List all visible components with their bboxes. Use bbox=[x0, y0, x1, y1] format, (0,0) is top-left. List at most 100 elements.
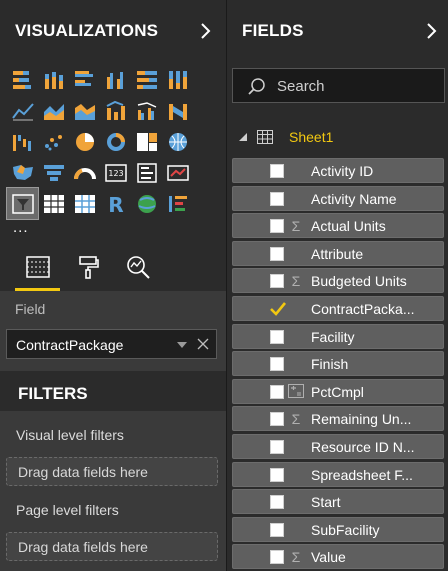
multi-row-card-icon[interactable] bbox=[131, 157, 162, 188]
visualizations-title: VISUALIZATIONS bbox=[15, 21, 159, 40]
field-name: Activity Name bbox=[311, 190, 397, 207]
pie-chart-icon[interactable] bbox=[69, 126, 100, 157]
field-row[interactable]: Σ Actual Units bbox=[232, 213, 444, 239]
field-name: PctCmpl bbox=[311, 383, 364, 400]
collapse-fields-chevron-icon[interactable] bbox=[422, 18, 442, 44]
visualization-gallery: 123 R bbox=[6, 64, 219, 220]
remove-field-close-icon[interactable] bbox=[197, 338, 209, 350]
ribbon-chart-icon[interactable] bbox=[162, 95, 193, 126]
field-checkbox[interactable] bbox=[270, 412, 284, 427]
field-row[interactable]: ContractPacka... bbox=[232, 295, 444, 321]
format-paint-roller-icon bbox=[79, 256, 99, 279]
arcgis-map-icon[interactable] bbox=[131, 188, 162, 219]
field-checkbox[interactable] bbox=[270, 439, 284, 454]
fields-search-input[interactable]: Search bbox=[232, 68, 445, 103]
sigma-icon: Σ bbox=[291, 273, 301, 290]
field-name: Facility bbox=[311, 328, 355, 345]
donut-chart-icon[interactable] bbox=[100, 126, 131, 157]
format-tab[interactable] bbox=[72, 251, 104, 283]
field-well-label: Field bbox=[15, 301, 46, 317]
area-chart-icon[interactable] bbox=[38, 95, 69, 126]
field-row[interactable]: Σ Remaining Un... bbox=[232, 406, 444, 432]
field-well-value[interactable]: ContractPackage bbox=[6, 329, 217, 359]
visual-level-drop-zone[interactable]: Drag data fields here bbox=[6, 457, 218, 486]
filled-map-icon[interactable] bbox=[7, 157, 38, 188]
chevron-down-icon[interactable] bbox=[177, 341, 187, 349]
table-name: Sheet1 bbox=[289, 129, 334, 145]
more-visuals-button[interactable]: ... bbox=[13, 219, 29, 236]
search-icon bbox=[248, 78, 265, 95]
field-checkbox[interactable] bbox=[270, 522, 284, 537]
kpi-icon[interactable] bbox=[162, 157, 193, 188]
matrix-icon[interactable] bbox=[69, 188, 100, 219]
stacked-column-chart-icon[interactable] bbox=[38, 64, 69, 95]
field-row[interactable]: Facility bbox=[232, 323, 444, 349]
field-name: SubFacility bbox=[311, 521, 380, 538]
field-checkbox[interactable] bbox=[270, 357, 284, 372]
field-row[interactable]: Σ Value bbox=[232, 544, 444, 570]
stacked-bar-chart-icon[interactable] bbox=[7, 64, 38, 95]
filters-title: FILTERS bbox=[18, 384, 88, 403]
slicer-icon[interactable] bbox=[6, 187, 39, 220]
field-row[interactable]: Resource ID N... bbox=[232, 433, 444, 459]
fields-header: FIELDS bbox=[227, 0, 448, 62]
scatter-chart-icon[interactable] bbox=[38, 126, 69, 157]
clustered-bar-chart-icon[interactable] bbox=[69, 64, 100, 95]
table-icon[interactable] bbox=[38, 188, 69, 219]
visualization-tabs bbox=[0, 243, 226, 291]
field-row[interactable]: PctCmpl bbox=[232, 378, 444, 404]
line-and-clustered-column-chart-icon[interactable] bbox=[131, 95, 162, 126]
field-well-area: Field ContractPackage bbox=[0, 291, 226, 371]
field-row[interactable]: Activity ID bbox=[232, 158, 444, 183]
field-row[interactable]: Start bbox=[232, 489, 444, 515]
table-node-sheet1[interactable]: Sheet1 bbox=[235, 126, 445, 148]
field-name: Budgeted Units bbox=[311, 273, 407, 290]
field-row[interactable]: Activity Name bbox=[232, 185, 444, 211]
collapse-visualizations-chevron-icon[interactable] bbox=[196, 18, 216, 44]
field-checkbox[interactable] bbox=[270, 191, 284, 206]
custom-visual-icon[interactable] bbox=[162, 188, 193, 219]
field-checkbox[interactable] bbox=[270, 384, 284, 399]
field-checkbox[interactable] bbox=[270, 164, 284, 178]
field-checkbox[interactable] bbox=[270, 246, 284, 261]
map-icon[interactable] bbox=[162, 126, 193, 157]
r-script-visual-icon[interactable]: R bbox=[100, 188, 131, 219]
field-row[interactable]: Σ Budgeted Units bbox=[232, 268, 444, 294]
treemap-icon[interactable] bbox=[131, 126, 162, 157]
field-checkbox[interactable] bbox=[270, 219, 284, 234]
100-stacked-bar-chart-icon[interactable] bbox=[131, 64, 162, 95]
line-chart-icon[interactable] bbox=[7, 95, 38, 126]
checked-checkbox[interactable] bbox=[270, 302, 287, 316]
field-row[interactable]: Spreadsheet F... bbox=[232, 461, 444, 487]
filters-body: Visual level filters Drag data fields he… bbox=[0, 411, 226, 571]
page-level-filters-label: Page level filters bbox=[16, 502, 119, 518]
clustered-column-chart-icon[interactable] bbox=[100, 64, 131, 95]
field-checkbox[interactable] bbox=[270, 495, 284, 510]
stacked-area-chart-icon[interactable] bbox=[69, 95, 100, 126]
field-row[interactable]: Finish bbox=[232, 351, 444, 377]
funnel-icon[interactable] bbox=[38, 157, 69, 188]
field-row[interactable]: Attribute bbox=[232, 240, 444, 266]
field-checkbox[interactable] bbox=[270, 329, 284, 344]
field-name: Activity ID bbox=[311, 163, 374, 179]
fields-tab-icon bbox=[26, 256, 50, 278]
gauge-icon[interactable] bbox=[69, 157, 100, 188]
fields-tab[interactable] bbox=[22, 251, 54, 283]
field-name: Remaining Un... bbox=[311, 411, 412, 428]
page-level-drop-zone[interactable]: Drag data fields here bbox=[6, 532, 218, 561]
field-row[interactable]: SubFacility bbox=[232, 516, 444, 542]
sigma-icon: Σ bbox=[291, 411, 301, 428]
card-icon[interactable]: 123 bbox=[100, 157, 131, 188]
waterfall-chart-icon[interactable] bbox=[7, 126, 38, 157]
field-checkbox[interactable] bbox=[270, 274, 284, 289]
visualizations-header: VISUALIZATIONS bbox=[0, 0, 226, 62]
line-and-stacked-column-chart-icon[interactable] bbox=[100, 95, 131, 126]
100-stacked-column-chart-icon[interactable] bbox=[162, 64, 193, 95]
field-checkbox[interactable] bbox=[270, 467, 284, 482]
field-checkbox[interactable] bbox=[270, 550, 284, 565]
analytics-tab[interactable] bbox=[122, 251, 154, 283]
expanded-caret-icon[interactable] bbox=[239, 133, 247, 141]
table-icon bbox=[257, 130, 273, 144]
svg-text:R: R bbox=[108, 193, 123, 215]
search-placeholder: Search bbox=[277, 78, 325, 95]
